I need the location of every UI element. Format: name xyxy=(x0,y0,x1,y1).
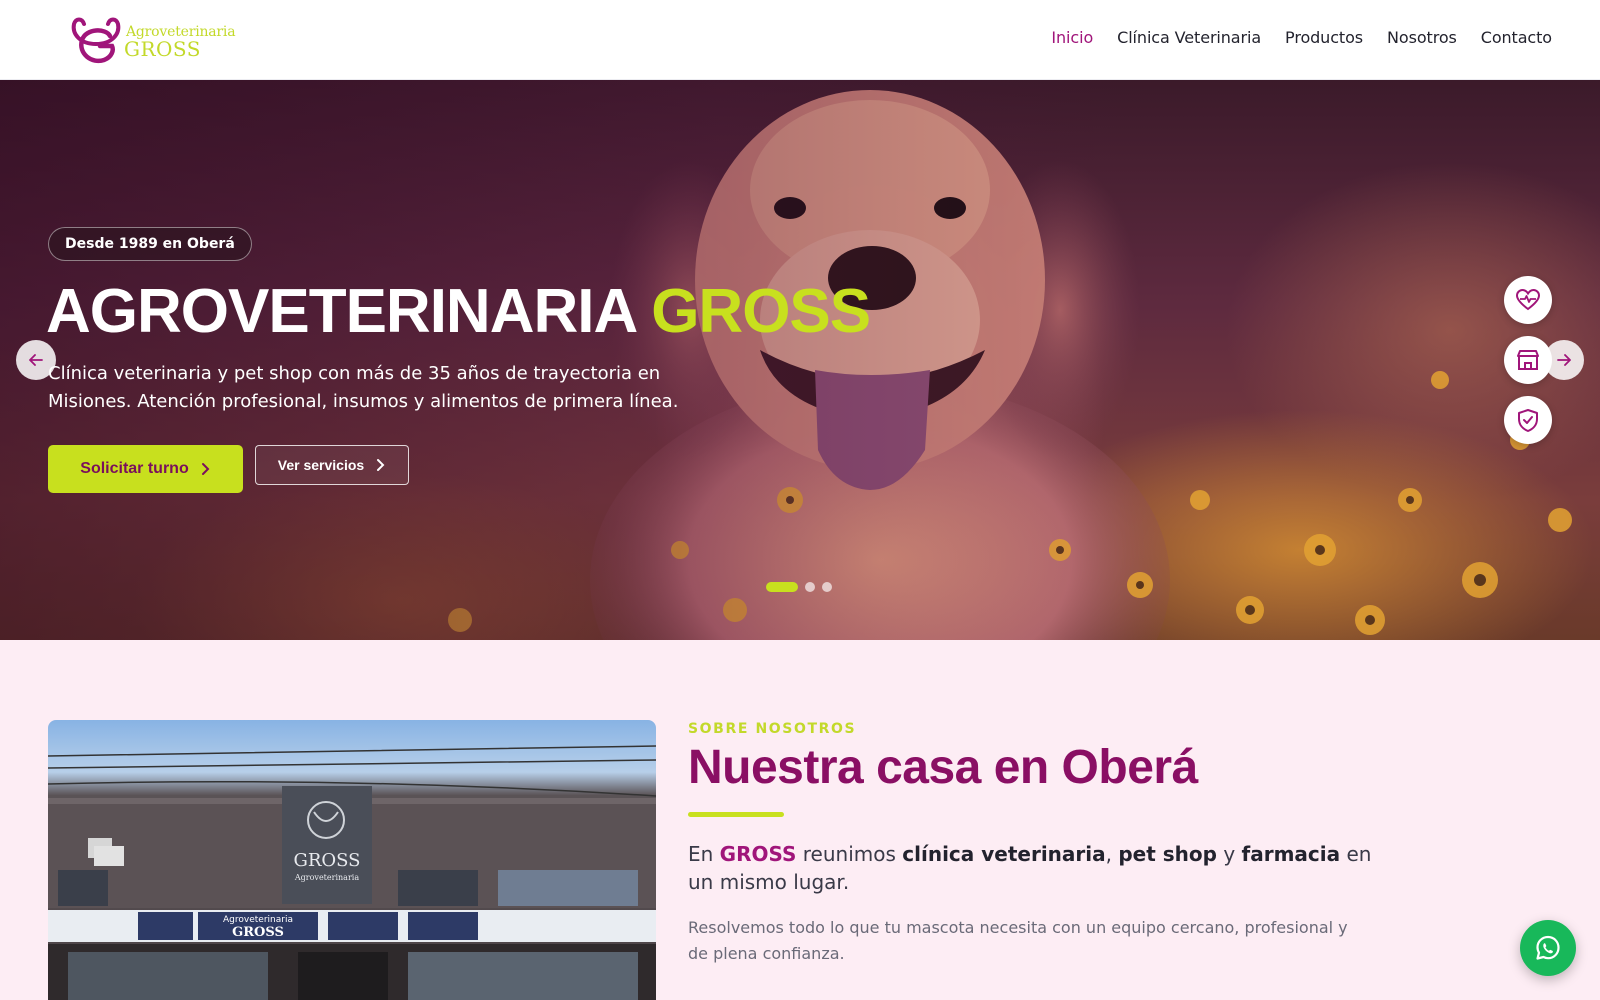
about-title-underline xyxy=(688,812,784,817)
store-banner-name: GROSS xyxy=(232,925,284,940)
about-title: Nuestra casa en Oberá xyxy=(688,741,1198,794)
about-body: Resolvemos todo lo que tu mascota necesi… xyxy=(688,918,1348,963)
nav-contacto[interactable]: Contacto xyxy=(1481,28,1552,47)
slider-dot-3[interactable] xyxy=(822,582,832,592)
site-header: Agroveterinaria GROSS Inicio Clínica Vet… xyxy=(0,0,1600,80)
arrow-right-icon xyxy=(1557,354,1571,366)
about-section: GROSS Agroveterinaria Agroveterinaria GR… xyxy=(0,640,1600,1000)
logo-text-bottom: GROSS xyxy=(124,37,201,61)
slider-prev-button[interactable] xyxy=(16,340,56,380)
arrow-left-icon xyxy=(29,354,43,366)
nav-nosotros[interactable]: Nosotros xyxy=(1387,28,1457,47)
ver-servicios-button[interactable]: Ver servicios xyxy=(255,445,409,485)
about-eyebrow: SOBRE NOSOTROS xyxy=(688,721,857,737)
store-front-photo: GROSS Agroveterinaria Agroveterinaria GR… xyxy=(48,720,656,1000)
slider-dots xyxy=(766,582,832,592)
site-logo[interactable]: Agroveterinaria GROSS xyxy=(66,14,236,68)
heart-pulse-icon[interactable] xyxy=(1504,276,1552,324)
lead-highlight-clinica: clínica veterinaria xyxy=(902,842,1106,866)
nav-productos[interactable]: Productos xyxy=(1285,28,1363,47)
hero-badge: Desde 1989 en Oberá xyxy=(48,227,252,261)
shield-check-icon[interactable] xyxy=(1504,396,1552,444)
lead-text-4: y xyxy=(1216,842,1242,866)
solicitar-turno-label: Solicitar turno xyxy=(80,460,189,477)
hero-title-main: AGROVETERINARIA xyxy=(46,277,636,346)
about-lead: En GROSS reunimos clínica veterinaria, p… xyxy=(688,840,1388,896)
store-front-illustration: GROSS Agroveterinaria Agroveterinaria GR… xyxy=(48,745,656,1000)
hero-title: AGROVETERINARIA GROSS xyxy=(46,276,871,347)
whatsapp-icon xyxy=(1536,935,1560,960)
lead-highlight-farmacia: farmacia xyxy=(1241,842,1341,866)
lead-text-2: reunimos xyxy=(796,842,903,866)
logo-emblem-icon xyxy=(71,17,121,64)
chevron-right-icon xyxy=(201,463,210,475)
lead-text-1: En xyxy=(688,842,720,866)
lead-highlight-petshop: pet shop xyxy=(1118,842,1217,866)
slider-dot-1[interactable] xyxy=(766,582,798,592)
hero-subtitle: Clínica veterinaria y pet shop con más d… xyxy=(48,363,679,412)
nav-inicio[interactable]: Inicio xyxy=(1051,28,1093,47)
lead-text-3: , xyxy=(1105,842,1119,866)
chevron-right-icon xyxy=(377,459,385,471)
store-sign-subtitle: Agroveterinaria xyxy=(294,873,359,882)
store-sign-name: GROSS xyxy=(293,850,360,871)
hero-title-accent: GROSS xyxy=(651,277,871,346)
slider-next-button[interactable] xyxy=(1544,340,1584,380)
store-banner-subtitle: Agroveterinaria xyxy=(223,915,293,925)
lead-brand: GROSS xyxy=(719,842,797,866)
ver-servicios-label: Ver servicios xyxy=(277,457,365,473)
slider-dot-2[interactable] xyxy=(805,582,815,592)
nav-clinica-veterinaria[interactable]: Clínica Veterinaria xyxy=(1117,28,1261,47)
whatsapp-button[interactable] xyxy=(1520,920,1576,976)
main-nav: Inicio Clínica Veterinaria Productos Nos… xyxy=(1051,28,1552,47)
hero-slider: Desde 1989 en Oberá AGROVETERINARIA GROS… xyxy=(0,80,1600,640)
solicitar-turno-button[interactable]: Solicitar turno xyxy=(48,445,243,493)
